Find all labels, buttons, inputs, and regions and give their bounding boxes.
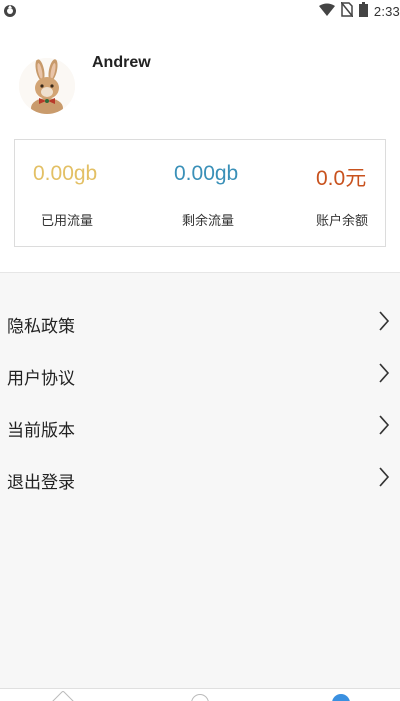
used-traffic-value: 0.00gb [33,162,98,185]
menu-item-current-version[interactable]: 当前版本 [0,400,400,452]
home-icon[interactable] [50,690,76,701]
rabbit-avatar-icon[interactable] [19,58,75,114]
menu-item-logout[interactable]: 退出登录 [0,452,400,504]
chevron-right-icon [378,466,390,488]
menu-item-privacy-policy[interactable]: 隐私政策 [0,296,400,348]
chevron-right-icon [378,414,390,436]
chevron-right-icon [378,310,390,332]
used-traffic-label: 已用流量 [41,214,94,229]
no-sim-icon [340,1,354,21]
remaining-traffic-value: 0.00gb [174,162,239,185]
status-time: 2:33 [373,3,400,19]
sync-icon [3,3,17,17]
username: Andrew [92,54,151,71]
chevron-right-icon [378,362,390,384]
wifi-icon [318,2,335,21]
stat-used-traffic: 0.00gb 已用流量 [15,140,139,248]
divider [0,272,400,273]
menu-item-label: 当前版本 [7,421,75,441]
account-balance-label: 账户余额 [316,214,369,229]
menu-item-user-agreement[interactable]: 用户协议 [0,348,400,400]
stat-account-balance: 0.0元 账户余额 [263,140,385,248]
status-bar: 2:33 [0,0,400,22]
stat-remaining-traffic: 0.00gb 剩余流量 [139,140,263,248]
account-balance-value: 0.0元 [316,167,367,190]
menu-item-label: 隐私政策 [7,317,75,337]
profile-section: Andrew 0.00gb 已用流量 0.00gb 剩余流量 0.0元 账户余额 [0,22,400,272]
menu-item-label: 退出登录 [7,473,75,493]
menu-item-label: 用户协议 [7,369,75,389]
battery-icon [358,1,368,21]
stats-card: 0.00gb 已用流量 0.00gb 剩余流量 0.0元 账户余额 [14,139,386,247]
remaining-traffic-label: 剩余流量 [182,214,235,229]
settings-menu: 隐私政策 用户协议 当前版本 退出登录 [0,296,400,504]
bottom-nav [0,688,400,701]
